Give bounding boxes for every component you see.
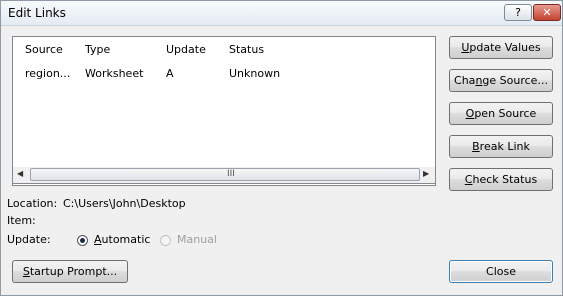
open-source-button[interactable]: Open Source	[449, 102, 553, 125]
column-header-source[interactable]: Source	[25, 43, 63, 56]
list-item[interactable]: region... Worksheet A Unknown	[13, 65, 435, 83]
update-values-button[interactable]: Update Values	[449, 36, 553, 59]
manual-radio[interactable]	[160, 235, 171, 246]
close-button[interactable]: Close	[449, 260, 553, 283]
item-label: Item:	[7, 214, 36, 227]
cell-source: region...	[25, 67, 71, 80]
column-header-update[interactable]: Update	[166, 43, 206, 56]
edit-links-dialog: Edit Links ? ✕ Source Type Update Status…	[0, 0, 563, 296]
cell-type: Worksheet	[85, 67, 144, 80]
startup-prompt-button[interactable]: Startup Prompt...	[12, 260, 128, 283]
location-label: Location:	[7, 197, 58, 210]
cell-status: Unknown	[229, 67, 281, 80]
location-value: C:\Users\John\Desktop	[63, 197, 186, 210]
dialog-title: Edit Links	[8, 6, 66, 20]
manual-label: Manual	[177, 233, 217, 246]
column-header-status[interactable]: Status	[229, 43, 264, 56]
title-bar: Edit Links ? ✕	[1, 1, 562, 26]
update-label: Update:	[7, 233, 51, 246]
cell-update: A	[166, 67, 174, 80]
horizontal-scrollbar[interactable]: ◀ III ▶	[12, 167, 436, 184]
scroll-right-icon[interactable]: ▶	[423, 169, 429, 178]
automatic-radio[interactable]	[77, 235, 88, 246]
scrollbar-grip: III	[227, 169, 235, 179]
check-status-button[interactable]: Check Status	[449, 168, 553, 191]
change-source-button[interactable]: Change Source...	[449, 69, 553, 92]
break-link-button[interactable]: Break Link	[449, 135, 553, 158]
column-header-type[interactable]: Type	[85, 43, 110, 56]
help-button[interactable]: ?	[504, 4, 532, 21]
scroll-left-icon[interactable]: ◀	[17, 169, 23, 178]
scrollbar-thumb[interactable]: III	[30, 168, 420, 181]
close-window-button[interactable]: ✕	[533, 4, 561, 21]
links-list[interactable]: Source Type Update Status region... Work…	[12, 36, 436, 186]
list-header: Source Type Update Status	[13, 37, 435, 61]
automatic-label[interactable]: Automatic	[94, 233, 150, 246]
